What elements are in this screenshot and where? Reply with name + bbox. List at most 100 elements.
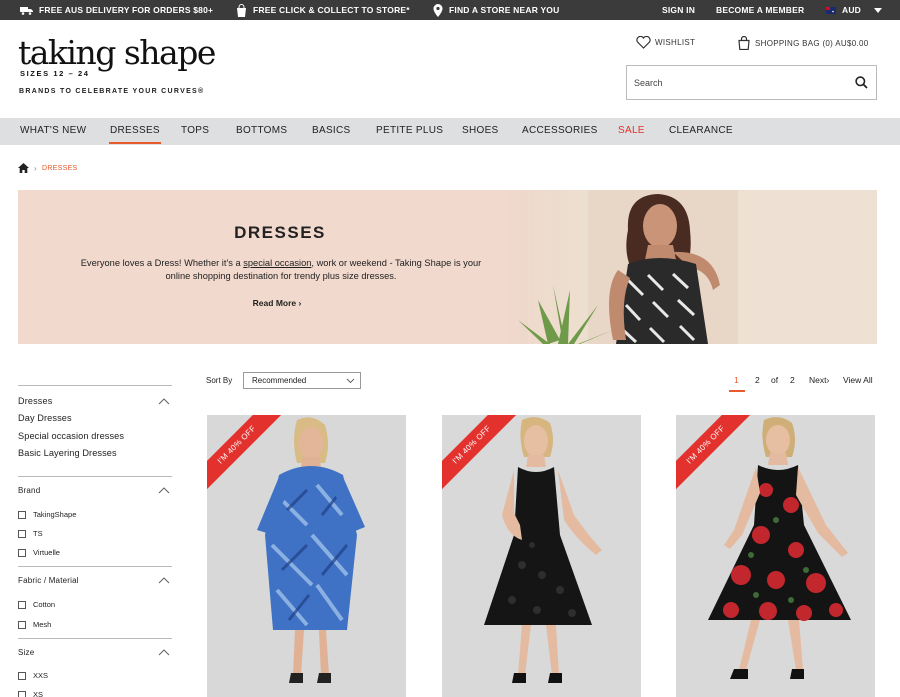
product-card[interactable]: I'M 40% OFF [207,415,406,697]
currency-label: AUD [842,5,862,15]
filter-sidebar: Dresses Day Dresses Special occasion dre… [18,385,172,697]
search-input[interactable] [627,77,846,88]
chevron-up-icon[interactable] [158,577,170,584]
delivery-text: FREE AUS DELIVERY FOR ORDERS $80+ [39,5,214,15]
chevron-up-icon[interactable] [158,487,170,494]
next-page-link[interactable]: Next› [809,375,829,385]
option-label: Cotton [33,600,56,609]
discount-badge: I'M 40% OFF [676,415,756,495]
bag-icon [738,36,750,50]
checkbox[interactable] [18,600,26,609]
sort-select[interactable]: Recommended [243,372,361,389]
breadcrumb: › DRESSES [18,163,78,173]
filter-option-xxs[interactable]: XXS [18,671,48,680]
nav-dresses[interactable]: DRESSES [109,118,161,144]
nav-tops[interactable]: TOPS [181,118,209,145]
checkbox[interactable] [18,510,26,519]
banner-title: DRESSES [234,223,326,242]
home-icon[interactable] [18,163,29,173]
filter-option-cotton[interactable]: Cotton [18,600,55,609]
product-card[interactable]: I'M 40% OFF [442,415,641,697]
filter-option-takingshape[interactable]: TakingShape [18,510,76,519]
filter-link-special-occasion[interactable]: Special occasion dresses [18,431,124,441]
page-of-label: of [771,375,779,385]
currency-selector[interactable]: AUD [826,0,883,20]
nav-shoes[interactable]: SHOES [462,118,499,145]
special-occasion-link[interactable]: special occasion [243,258,311,268]
chevron-up-icon[interactable] [158,649,170,656]
checkbox[interactable] [18,548,26,557]
read-more-link[interactable]: Read More › [18,298,536,308]
filter-link-basic-layering[interactable]: Basic Layering Dresses [18,448,117,458]
caret-down-icon [874,7,883,13]
logo[interactable]: taking shape SIZES 12 – 24 [18,33,216,78]
shopping-bag-icon [237,3,246,17]
search-button[interactable] [846,66,876,99]
checkbox[interactable] [18,620,26,629]
option-label: TakingShape [33,510,77,519]
discount-label: I'M 40% OFF [676,415,756,495]
nav-accessories[interactable]: ACCESSORIES [522,118,598,145]
find-store-link[interactable]: FIND A STORE NEAR YOU [433,0,559,20]
discount-label: I'M 40% OFF [442,415,522,495]
nav-clearance[interactable]: CLEARANCE [669,118,733,145]
wishlist-label: WISHLIST [655,38,696,47]
product-card[interactable]: I'M 40% OFF [676,415,875,697]
become-member-link[interactable]: BECOME A MEMBER [716,0,804,20]
option-label: Mesh [33,620,52,629]
nav-bottoms[interactable]: BOTTOMS [236,118,287,145]
banner-model-image [508,190,877,344]
filter-heading-dresses[interactable]: Dresses [18,396,52,406]
filter-group-brand: Brand TakingShape TS Virtuelle [18,476,172,566]
find-store-text: FIND A STORE NEAR YOU [449,5,560,15]
logo-wordmark: taking shape [18,33,216,72]
truck-icon [20,6,33,15]
filter-group-size: Size XXS XS [18,638,172,697]
option-label: XS [33,690,44,697]
wishlist-link[interactable]: WISHLIST [636,36,695,49]
shopping-bag-link[interactable]: SHOPPING BAG (0) AU$0.00 [738,36,868,50]
filter-link-day-dresses[interactable]: Day Dresses [18,413,72,423]
breadcrumb-separator: › [34,163,37,173]
category-banner: DRESSES Everyone loves a Dress! Whether … [18,190,877,344]
filter-option-xs[interactable]: XS [18,690,43,697]
banner-desc-text: Everyone loves a Dress! Whether it's a [80,258,244,268]
checkbox[interactable] [18,690,26,697]
page-2-link[interactable]: 2 [755,375,760,385]
nav-petite-plus[interactable]: PETITE PLUS [376,118,443,145]
click-collect-promo[interactable]: FREE CLICK & COLLECT TO STORE* [236,0,410,20]
australia-flag-icon [826,6,836,14]
filter-option-virtuelle[interactable]: Virtuelle [18,548,60,557]
breadcrumb-current: DRESSES [41,164,78,172]
option-label: XXS [33,671,49,680]
location-pin-icon [433,3,443,17]
search-icon [854,76,868,89]
utility-bar: FREE AUS DELIVERY FOR ORDERS $80+ FREE C… [0,0,900,20]
filter-heading-fabric[interactable]: Fabric / Material [18,576,79,585]
search-box [626,65,877,100]
banner-description: Everyone loves a Dress! Whether it's a s… [76,257,486,283]
delivery-promo[interactable]: FREE AUS DELIVERY FOR ORDERS $80+ [20,0,213,20]
discount-badge: I'M 40% OFF [442,415,522,495]
nav-whats-new[interactable]: WHAT'S NEW [20,118,86,145]
checkbox[interactable] [18,671,26,680]
checkbox[interactable] [18,529,26,538]
filter-option-mesh[interactable]: Mesh [18,620,51,629]
nav-sale[interactable]: SALE [618,118,645,145]
filter-heading-brand[interactable]: Brand [18,486,40,495]
discount-badge: I'M 40% OFF [207,415,287,495]
heart-icon [636,36,651,49]
chevron-up-icon[interactable] [158,398,170,405]
filter-heading-size[interactable]: Size [18,648,34,657]
chevron-down-icon [346,378,355,384]
nav-basics[interactable]: BASICS [312,118,350,145]
filter-option-ts[interactable]: TS [18,529,43,538]
view-all-link[interactable]: View All [843,375,873,385]
page-1-link[interactable]: 1 [734,375,739,385]
sort-selected-value: Recommended [252,376,307,385]
sort-label: Sort By [206,376,233,385]
option-label: Virtuelle [33,548,60,557]
brand-tagline: BRANDS TO CELEBRATE YOUR CURVES® [19,88,205,95]
main-nav: WHAT'S NEW DRESSES TOPS BOTTOMS BASICS P… [0,118,900,145]
sign-in-link[interactable]: SIGN IN [662,0,695,20]
